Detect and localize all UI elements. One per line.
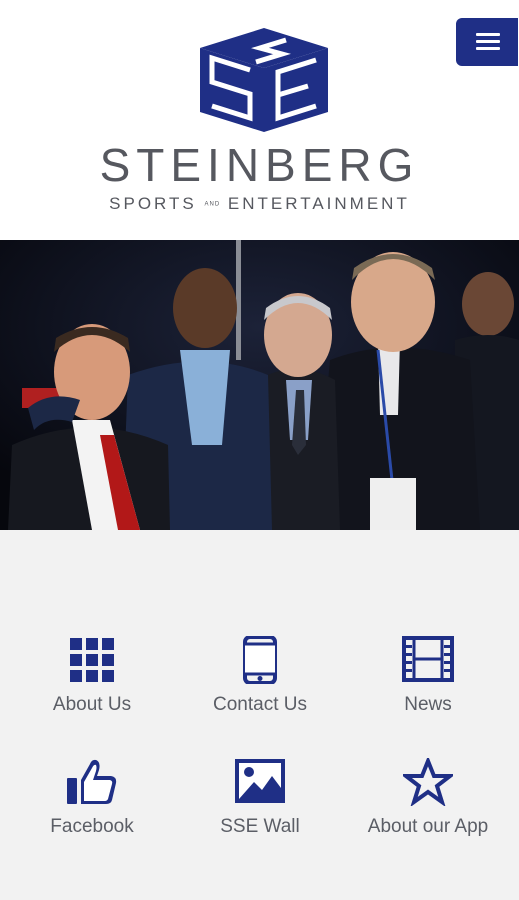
- hamburger-menu-icon: [476, 33, 500, 36]
- menu-grid: About Us Contact Us News Facebook SSE Wa…: [0, 530, 519, 900]
- hamburger-line: [476, 40, 500, 43]
- brand-sub-right: ENTERTAINMENT: [227, 194, 410, 213]
- grid-icon: [70, 638, 114, 682]
- facebook-tile[interactable]: Facebook: [7, 758, 177, 858]
- brand-subtitle: SPORTS AND ENTERTAINMENT: [0, 194, 519, 215]
- sse-wall-label: SSE Wall: [220, 816, 300, 837]
- image-icon: [235, 759, 285, 803]
- hero-photo: [0, 240, 519, 530]
- contact-us-label: Contact Us: [213, 694, 307, 715]
- brand-sub-and: AND: [204, 201, 221, 208]
- about-app-label: About our App: [367, 816, 489, 837]
- about-us-label: About Us: [52, 694, 132, 715]
- about-us-tile[interactable]: About Us: [7, 636, 177, 736]
- hamburger-line: [476, 47, 500, 50]
- about-app-tile[interactable]: About our App: [343, 758, 513, 858]
- sse-logo-icon: [200, 28, 328, 132]
- news-tile[interactable]: News: [343, 636, 513, 736]
- sse-wall-tile[interactable]: SSE Wall: [175, 758, 345, 858]
- news-label: News: [404, 694, 452, 715]
- brand-sub-left: SPORTS: [109, 194, 197, 213]
- phone-icon: [243, 636, 277, 684]
- star-icon: [403, 758, 453, 806]
- contact-us-tile[interactable]: Contact Us: [175, 636, 345, 736]
- app-header: STEINBERG SPORTS AND ENTERTAINMENT: [0, 0, 519, 240]
- film-icon: [402, 636, 454, 682]
- hero-photo-illustration: [0, 240, 519, 530]
- thumbs-up-icon: [67, 759, 117, 804]
- menu-button[interactable]: [456, 18, 518, 66]
- facebook-label: Facebook: [50, 816, 134, 837]
- brand-name: STEINBERG: [99, 139, 420, 191]
